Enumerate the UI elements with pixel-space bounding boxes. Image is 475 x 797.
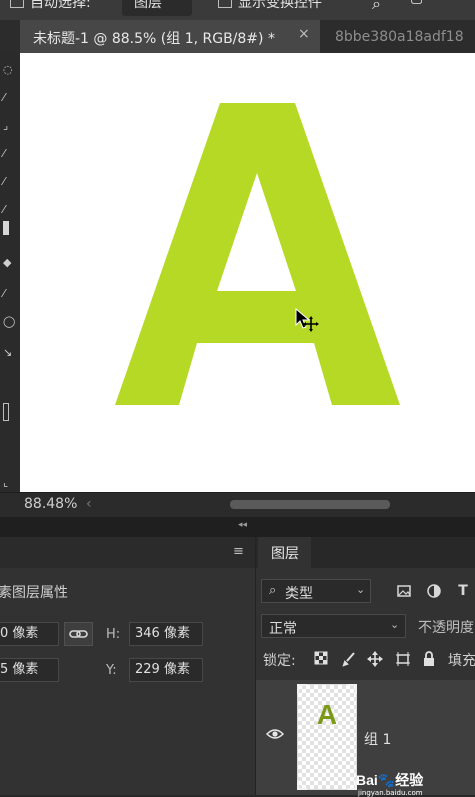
tools-panel: ◌ ⁄ ⌟ ⁄ ⁄ ⁄ ◆ ⁄ ◯ ↘ ⌞: [0, 53, 20, 493]
blend-mode-value: 正常: [269, 621, 297, 637]
opacity-label: 不透明度: [418, 620, 474, 636]
auto-select-value: 图层: [134, 0, 162, 11]
layers-panel: 图层 ⌕ 类型 ⌄ T 正常 ⌄ 不透明度 锁定: 填充 A 组 1 Bai🐾经…: [255, 537, 475, 797]
workspace-icon[interactable]: ▢: [410, 0, 423, 6]
scroll-left-arrow-icon[interactable]: ‹: [86, 496, 92, 512]
height-field[interactable]: 346 像素: [129, 622, 203, 646]
dodge-tool-icon[interactable]: ◯: [3, 316, 15, 327]
layer-filter-dropdown[interactable]: ⌕ 类型 ⌄: [261, 579, 371, 603]
layer-row[interactable]: A 组 1 Bai🐾经验 jingyan.baidu.com: [256, 680, 475, 797]
show-transform-checkbox[interactable]: [218, 0, 232, 8]
fill-label: 填充: [448, 653, 475, 669]
search-icon[interactable]: ⌕: [372, 0, 381, 14]
eraser-tool-icon[interactable]: ◆: [3, 257, 13, 268]
y-field[interactable]: 229 像素: [129, 658, 203, 682]
watermark-url: jingyan.baidu.com: [358, 789, 423, 797]
link-icon: [69, 630, 88, 638]
layers-tab-bar: 图层: [256, 537, 475, 568]
letter-a-shape[interactable]: [20, 53, 475, 493]
collapse-panels-icon[interactable]: ◂◂: [238, 520, 247, 530]
lock-position-icon[interactable]: [367, 651, 383, 667]
layer-thumbnail[interactable]: A: [297, 684, 357, 790]
document-tab-2[interactable]: 8bbe380a18adf18: [335, 29, 464, 45]
panel-menu-icon[interactable]: ≡: [233, 544, 244, 559]
gradient-tool-icon[interactable]: ⁄: [3, 288, 13, 299]
height-value: 346 像素: [135, 626, 190, 641]
canvas[interactable]: [20, 53, 475, 493]
properties-panel: ≡ 素图层属性 0 像素 H: 346 像素 5 像素 Y: 229 像素: [0, 537, 255, 795]
link-dimensions-button[interactable]: [64, 622, 93, 646]
height-label: H:: [106, 627, 121, 642]
show-transform-label: 显示变换控件: [238, 0, 322, 11]
brush-tool-icon[interactable]: ⁄: [3, 204, 13, 215]
stamp-tool-icon[interactable]: [3, 221, 9, 235]
lock-label: 锁定:: [263, 653, 296, 669]
text-tool-icon[interactable]: [3, 403, 9, 421]
hand-tool-icon[interactable]: ⌞: [3, 477, 13, 488]
baidu-jingyan-watermark: Bai🐾经验 jingyan.baidu.com: [356, 770, 475, 797]
tab-layers[interactable]: 图层: [258, 537, 311, 568]
auto-select-checkbox[interactable]: [10, 0, 24, 8]
search-icon: ⌕: [269, 583, 277, 598]
watermark-logo: Bai🐾经验: [356, 772, 424, 788]
document-tab-title: 未标题-1 @ 88.5% (组 1, RGB/8#) *: [33, 31, 275, 47]
thumb-corner-icon: [297, 780, 307, 790]
move-cursor-icon: [295, 308, 319, 332]
x-value: 5 像素: [0, 662, 39, 677]
layer-thumbnail-letter: A: [316, 699, 338, 730]
lock-all-icon[interactable]: [421, 651, 437, 667]
properties-panel-header: ≡: [0, 537, 255, 568]
lasso-tool-icon[interactable]: ◌: [3, 64, 13, 75]
auto-select-dropdown[interactable]: 图层: [122, 0, 192, 16]
lock-transparent-pixels-icon[interactable]: [313, 651, 329, 667]
eye-icon[interactable]: [266, 728, 284, 740]
layer-filter-value: 类型: [285, 586, 313, 602]
type-filter-icon[interactable]: T: [455, 583, 471, 599]
panel-divider: ◂◂: [0, 517, 475, 537]
auto-select-label: 自动选择:: [30, 0, 91, 11]
chevron-down-icon: ⌄: [390, 618, 400, 631]
pen-tool-icon[interactable]: ↘: [3, 347, 13, 358]
lock-artboard-icon[interactable]: [395, 651, 411, 667]
y-value: 229 像素: [135, 662, 190, 677]
width-field[interactable]: 0 像素: [0, 622, 59, 646]
close-tab-icon[interactable]: ×: [298, 26, 310, 42]
x-field[interactable]: 5 像素: [0, 658, 59, 682]
horizontal-scrollbar-thumb[interactable]: [230, 500, 390, 509]
layer-name[interactable]: 组 1: [364, 729, 391, 749]
zoom-level[interactable]: 88.48%: [24, 496, 77, 512]
width-value: 0 像素: [0, 626, 39, 641]
adjustment-filter-icon[interactable]: [426, 583, 442, 599]
thumb-corner-icon: [297, 684, 307, 694]
options-bar: 自动选择: 图层 显示变换控件 ⌕ ▢: [0, 0, 475, 20]
crop-tool-icon[interactable]: ⌟: [3, 120, 13, 131]
eyedropper-tool-icon[interactable]: ⁄: [3, 148, 13, 159]
properties-title: 素图层属性: [0, 585, 68, 601]
tab-layers-label: 图层: [271, 546, 299, 562]
quick-select-tool-icon[interactable]: ⁄: [3, 92, 13, 103]
healing-tool-icon[interactable]: ⁄: [3, 176, 13, 187]
thumb-corner-icon: [347, 684, 357, 694]
document-tab-active[interactable]: 未标题-1 @ 88.5% (组 1, RGB/8#) * ×: [20, 20, 320, 53]
chevron-down-icon: ⌄: [356, 583, 366, 596]
y-label: Y:: [106, 663, 117, 678]
status-bar: 88.48% ‹: [0, 492, 475, 517]
blend-mode-dropdown[interactable]: 正常 ⌄: [261, 614, 406, 638]
lock-image-pixels-icon[interactable]: [341, 651, 357, 667]
image-filter-icon[interactable]: [396, 583, 412, 599]
